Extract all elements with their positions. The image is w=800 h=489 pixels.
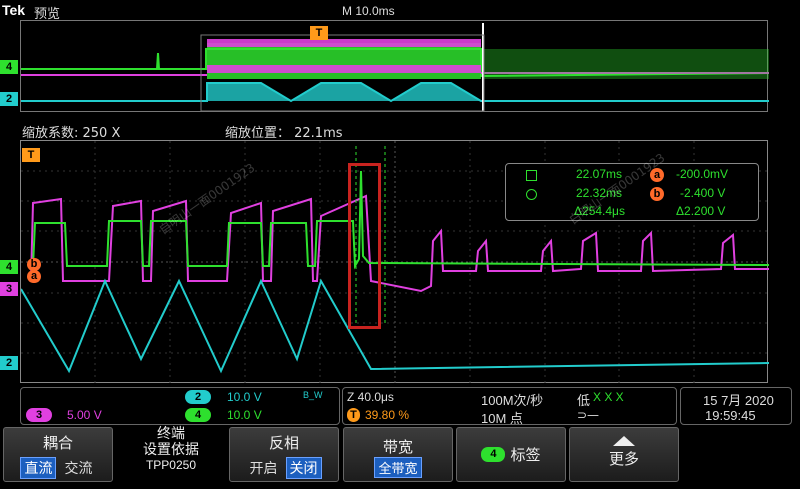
ch2-scale: 10.0 V (227, 390, 262, 404)
zoom-position: 缩放位置： 22.1ms (225, 126, 343, 141)
ch4-scale: 10.0 V (227, 408, 262, 422)
softkey-bar: 耦合 直流 交流 终端 设置依据 TPP0250 反相 开启 关闭 带宽 全带宽… (0, 427, 800, 489)
overview-ch3-burst (207, 39, 481, 47)
label-title: 标签 (510, 446, 541, 464)
label-softkey[interactable]: 4 标签 (456, 427, 566, 482)
termination-title: 终端 (157, 426, 185, 442)
bandwidth-value: 全带宽 (374, 457, 422, 478)
date: 15 7月 2020 (703, 393, 774, 408)
coupling-softkey[interactable]: 耦合 直流 交流 (3, 427, 113, 482)
cursor1-square-icon (526, 170, 537, 181)
datetime-panel: 15 7月 2020 19:59:45 (680, 387, 792, 425)
overview-trigger-marker: T (310, 26, 328, 40)
ch4-badge: 4 (185, 408, 211, 422)
main-timebase: M 10.0ms (342, 4, 395, 18)
oscilloscope-screen: Tek 预览 M 10.0ms 4 2 T 缩放系数: 250 X 缩放位置： … (0, 0, 800, 489)
termination-setting: 设置依据 (143, 442, 199, 458)
bandwidth-title: 带宽 (382, 438, 413, 456)
main-ch3-marker[interactable]: 3 (0, 282, 18, 296)
horizontal-info-panel[interactable]: Z 40.0μs T 39.80 % 100M次/秒 10M 点 低 X X X… (342, 387, 677, 426)
record-length: 10M 点 (481, 411, 523, 426)
zoom-factor: 缩放系数: 250 X (22, 126, 121, 141)
vertical-info-panel[interactable]: 2 10.0 V B_W 3 5.00 V 4 10.0 V (20, 387, 340, 425)
overview-ch4-right (484, 49, 769, 79)
cursor2-circle-icon (526, 189, 537, 200)
trigger-position: 39.80 % (365, 408, 410, 422)
invert-softkey[interactable]: 反相 开启 关闭 (229, 427, 339, 482)
overview-ch2-marker: 2 (0, 92, 18, 106)
main-a-marker: a (27, 270, 41, 283)
ch3-scale: 5.00 V (67, 408, 102, 422)
label-ch4-badge: 4 (481, 447, 506, 462)
termination-probe: TPP0250 (145, 458, 197, 472)
overview-svg (21, 23, 770, 112)
main-trigger-marker: T (22, 148, 40, 162)
main-ch4-marker[interactable]: 4 (0, 260, 18, 274)
trigger-level: 低 (577, 393, 591, 408)
invert-off-option[interactable]: 关闭 (285, 457, 322, 479)
cursor-a-value: -200.0mV (676, 167, 729, 181)
trigger-pos-icon: T (347, 408, 360, 422)
zoom-timebase: Z 40.0μs (347, 390, 394, 404)
ch2-bw-limit: B_W (303, 390, 323, 400)
more-softkey[interactable]: 更多 (569, 427, 679, 482)
trigger-gate-icon: ⊃— (577, 408, 600, 422)
overview-ch4-burst (207, 43, 481, 79)
sample-rate: 100M次/秒 (481, 393, 544, 408)
overview-waveform[interactable] (20, 20, 770, 112)
termination-softkey[interactable]: 终端 设置依据 TPP0250 (116, 427, 226, 482)
overview-ch2-trace (21, 82, 769, 103)
ch2-badge: 2 (185, 390, 211, 404)
coupling-ac-option[interactable]: 交流 (62, 458, 96, 478)
cursor-b-value: -2.400 V (680, 186, 726, 200)
coupling-title: 耦合 (42, 434, 73, 452)
overview-ch3-burst-b (207, 65, 481, 73)
invert-title: 反相 (268, 434, 299, 452)
coupling-dc-option[interactable]: 直流 (20, 457, 57, 479)
time: 19:59:45 (705, 408, 756, 423)
brand-logo: Tek (2, 2, 26, 18)
cursor-b-badge: b (650, 187, 664, 201)
top-bar: Tek 预览 M 10.0ms (0, 0, 800, 22)
chevron-up-icon (613, 436, 635, 446)
main-waveform[interactable]: 22.07ms 22.32ms Δ254.4μs a b -200.0mV -2… (20, 140, 770, 384)
trigger-pattern: X X X (593, 390, 624, 404)
invert-on-option[interactable]: 开启 (246, 458, 280, 478)
ch3-badge: 3 (26, 408, 52, 422)
main-ch2-marker[interactable]: 2 (0, 356, 18, 370)
highlight-box (348, 163, 381, 329)
bandwidth-softkey[interactable]: 带宽 全带宽 (343, 427, 453, 482)
more-title: 更多 (608, 450, 639, 468)
cursor-delta-value: Δ2.200 V (676, 204, 726, 218)
overview-ch4-marker: 4 (0, 60, 18, 74)
